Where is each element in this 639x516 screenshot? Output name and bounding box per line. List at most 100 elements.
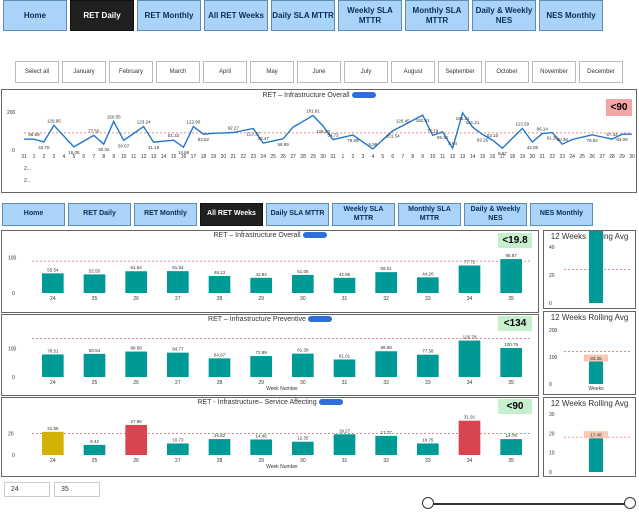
nav-button-home[interactable]: Home [2,203,65,226]
data-label: 77.19 [427,128,439,133]
nav-button-daily-sla-mttr[interactable]: Daily SLA MTTR [271,0,335,31]
week-tick-label: 28 [217,380,223,386]
weekly-preventive-panel: RET – Infrastructure Preventive <134 100… [1,314,539,396]
bar-value-label: 55.54 [47,267,59,272]
month-option-january[interactable]: January [62,61,106,83]
y-tick: 30 [549,412,555,418]
month-option-october[interactable]: October [485,61,529,83]
daily-overall-panel: RET – Infrastructure Overall <90 200 0 56.… [1,89,637,193]
nav-button-monthly-sla-mttr[interactable]: Monthly SLA MTTR [398,203,461,226]
nav-button-daily-weekly-nes[interactable]: Daily & Weekly NES [464,203,527,226]
bar [500,259,522,293]
data-label: 95.51 [437,135,449,140]
x-tick-label: 5 [381,154,384,160]
bar-value-label: 59.01 [381,266,393,271]
nav-button-weekly-sla-mttr[interactable]: Weekly SLA MTTR [332,203,395,226]
data-label: 83.82 [198,137,210,142]
y-tick: 100 [549,355,558,361]
x-tick-label: 6 [82,154,85,160]
month-option-march[interactable]: March [156,61,200,83]
nav-button-daily-sla-mttr[interactable]: Daily SLA MTTR [266,203,329,226]
nav-button-all-ret-weeks[interactable]: All RET Weeks [200,203,263,226]
x-tick-label: 1 [342,154,345,160]
x-tick-label: 21 [231,154,237,160]
week-tick-label: 24 [50,296,56,302]
rolling-avg-panel-2: 12 Weeks Rolling Avg 200 100 0 83.35 Weeks [543,311,636,395]
x-tick-label: 8 [411,154,414,160]
week-range-start-handle[interactable] [422,497,434,509]
daily-line-chart: 200056.6942.70129.9516.0877.5030.32150.5… [7,108,635,184]
bar [83,353,106,377]
data-label: 52.10 [487,133,499,138]
week-tick-label: 29 [258,380,264,386]
nav-button-daily-weekly-nes[interactable]: Daily & Weekly NES [472,0,536,31]
bar-value-label: 14.82 [214,433,226,438]
week-from-input[interactable]: 24 [4,482,50,497]
bar [208,439,231,455]
bar [417,443,439,455]
y-tick: 0 [12,453,15,459]
x-tick-label: 18 [510,154,516,160]
y-tick: 0 [12,291,15,297]
bar-value-label: 77.72 [464,259,476,264]
month-option-april[interactable]: April [203,61,247,83]
week-tick-label: 33 [425,380,431,386]
x-tick-label: 6 [391,154,394,160]
week-to-input[interactable]: 35 [54,482,100,497]
data-label: 129.95 [47,118,61,123]
month-option-may[interactable]: May [250,61,294,83]
bar [167,271,189,293]
week-tick-label: 24 [50,380,56,386]
x-tick-label: 29 [310,154,316,160]
x-tick-label: 7 [92,154,95,160]
week-tick-label: 24 [50,458,56,464]
bar [292,274,314,293]
nav-button-nes-monthly[interactable]: NES Monthly [530,203,593,226]
month-option-september[interactable]: September [438,61,482,83]
week-tick-label: 35 [508,296,514,302]
x-tick-label: 20 [530,154,536,160]
nav-button-monthly-sla-mttr[interactable]: Monthly SLA MTTR [405,0,469,31]
week-tick-label: 29 [258,296,264,302]
data-label: 181.81 [306,108,320,113]
rolling-bar [589,438,603,472]
month-option-july[interactable]: July [344,61,388,83]
bar [500,348,522,377]
bar [125,351,147,377]
x-tick-label: 18 [201,154,207,160]
week-tick-label: 34 [467,296,473,302]
nav-button-all-ret-weeks[interactable]: All RET Weeks [204,0,268,31]
month-option-august[interactable]: August [391,61,435,83]
x-tick-label: 12 [141,154,147,160]
nav-button-nes-monthly[interactable]: NES Monthly [539,0,603,31]
month-option-june[interactable]: June [297,61,341,83]
x-axis-label: Weeks [588,386,604,392]
data-label: 92.27 [228,125,240,130]
nav-button-ret-daily[interactable]: RET Daily [70,0,134,31]
bar [375,272,397,293]
month-option-november[interactable]: November [532,61,576,83]
bar-value-label: 21.58 [47,426,59,431]
y-tick: 100 [8,346,17,352]
nav-button-ret-monthly[interactable]: RET Monthly [137,0,201,31]
data-label: 150.55 [107,114,121,119]
week-range-end-handle[interactable] [624,497,636,509]
bar [292,441,314,455]
month-option-february[interactable]: February [109,61,153,83]
bar [42,354,64,377]
week-tick-label: 28 [217,296,223,302]
data-label: 56.69 [28,132,40,137]
x-tick-label: 11 [131,154,136,160]
bar-value-label: 44.20 [422,271,434,276]
month-option-select-all[interactable]: Select all [15,61,59,83]
bar [500,439,522,455]
nav-button-weekly-sla-mttr[interactable]: Weekly SLA MTTR [338,0,402,31]
bar [458,265,481,293]
nav-button-ret-monthly[interactable]: RET Monthly [134,203,197,226]
nav-button-ret-daily[interactable]: RET Daily [68,203,131,226]
data-label: 82.26 [477,137,489,142]
nav-button-home[interactable]: Home [3,0,67,31]
bar [42,273,64,293]
month-option-december[interactable]: December [579,61,623,83]
x-tick-label: 19 [520,154,526,160]
